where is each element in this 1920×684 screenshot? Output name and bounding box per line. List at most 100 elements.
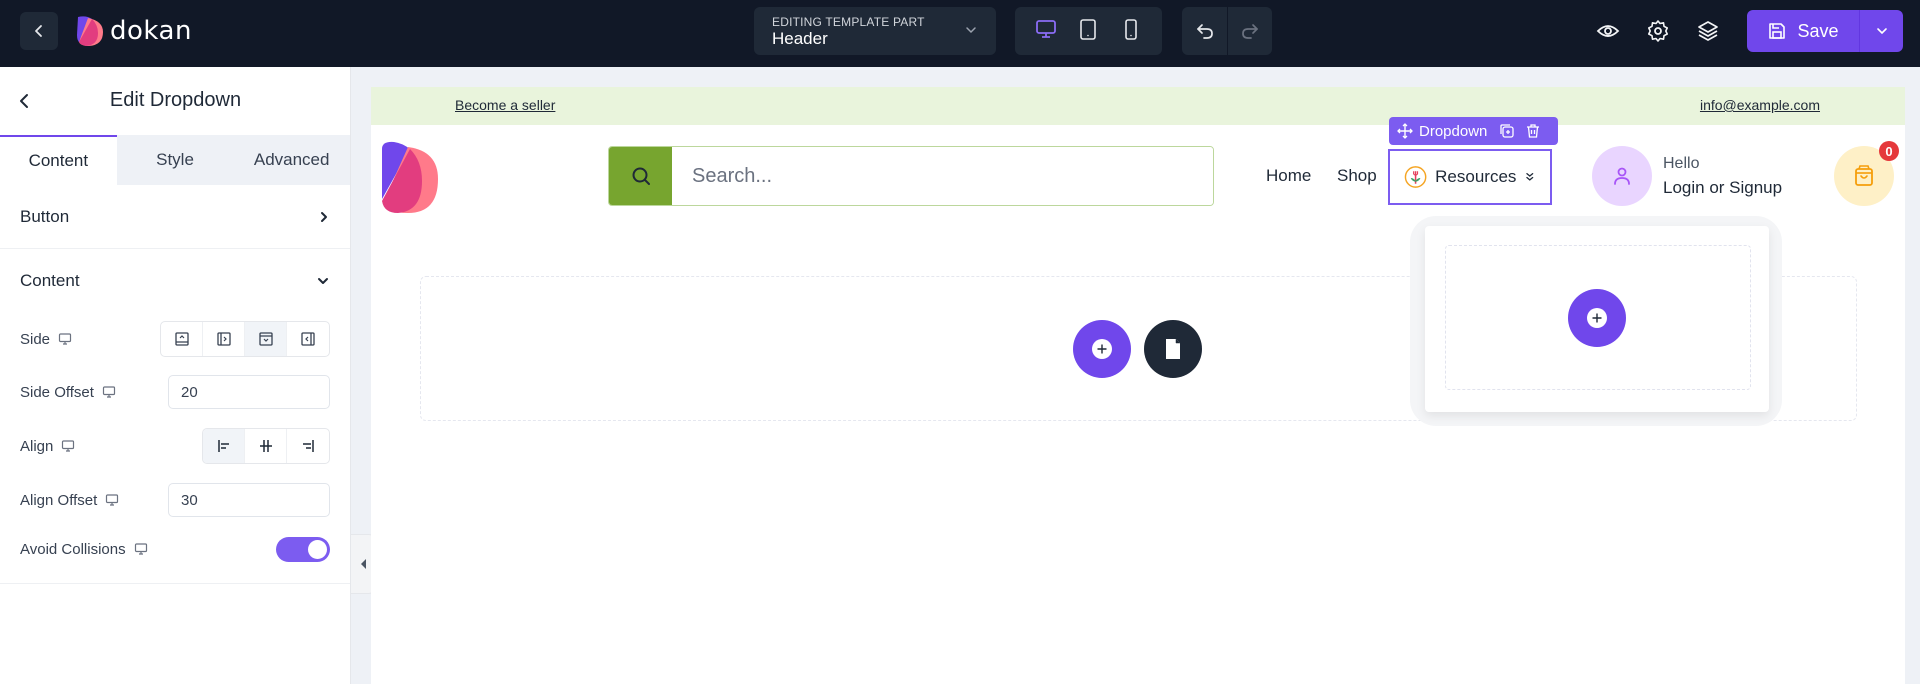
chevron-down-icon: [318, 278, 328, 284]
side-bottom-option[interactable]: [245, 322, 287, 356]
field-side-label: Side: [20, 330, 51, 348]
field-align-offset-label-wrap: Align Offset: [20, 492, 119, 509]
toggle-knob: [308, 539, 327, 559]
tab-advanced[interactable]: Advanced: [233, 135, 350, 185]
section-content-label: Content: [20, 271, 80, 290]
plus-icon: [1592, 313, 1602, 323]
field-avoid-collisions-label: Avoid Collisions: [20, 540, 126, 558]
eye-icon: [1596, 25, 1620, 37]
dropdown-content-popup: [1425, 226, 1769, 412]
align-start-icon: [217, 440, 229, 452]
add-template-button[interactable]: [1144, 320, 1202, 378]
save-options-button[interactable]: [1860, 10, 1903, 52]
align-offset-input[interactable]: [168, 483, 330, 517]
undo-icon: [1196, 24, 1213, 39]
plus-inner: [1587, 308, 1607, 328]
user-icon: [1614, 167, 1630, 185]
device-switcher: [1015, 7, 1162, 55]
back-button[interactable]: [20, 12, 58, 50]
avoid-collisions-toggle[interactable]: [276, 536, 330, 562]
plus-icon: [1097, 344, 1107, 354]
save-button[interactable]: Save: [1747, 10, 1860, 52]
side-selector: [160, 321, 330, 357]
redo-button[interactable]: [1227, 7, 1272, 55]
undo-button[interactable]: [1182, 7, 1227, 55]
top-bar: dokan EDITING TEMPLATE PART Header Save: [0, 0, 1920, 67]
dropdown-add-block-button[interactable]: [1568, 289, 1626, 347]
responsive-desktop-icon[interactable]: [102, 385, 116, 399]
redo-icon: [1242, 24, 1258, 39]
dokan-logo-icon: [77, 16, 103, 46]
field-avoid-collisions-label-wrap: Avoid Collisions: [20, 541, 148, 558]
field-align-offset: Align Offset: [0, 473, 350, 527]
move-icon[interactable]: [1397, 123, 1413, 139]
field-align-offset-label: Align Offset: [20, 491, 98, 509]
double-chevron-down-icon: [1526, 172, 1534, 181]
align-right-side-icon: [216, 332, 231, 346]
field-align-label-wrap: Align: [20, 438, 75, 455]
chevron-down-icon: [966, 27, 976, 34]
field-side-offset-label-wrap: Side Offset: [20, 384, 116, 401]
tab-style[interactable]: Style: [117, 135, 234, 185]
dropdown-trigger[interactable]: Resources: [1388, 149, 1552, 205]
settings-button[interactable]: [1642, 15, 1674, 47]
chevron-right-icon: [321, 211, 327, 222]
dropdown-label: Resources: [1435, 167, 1517, 186]
search-button[interactable]: [609, 147, 672, 205]
document-icon: [1166, 339, 1180, 359]
side-left-option[interactable]: [287, 322, 329, 356]
responsive-desktop-icon[interactable]: [134, 542, 148, 556]
device-desktop-button[interactable]: [1035, 18, 1057, 45]
save-button-group: Save: [1747, 10, 1903, 52]
responsive-desktop-icon[interactable]: [105, 493, 119, 507]
section-content-header[interactable]: Content: [0, 249, 350, 313]
align-end-option[interactable]: [287, 429, 329, 463]
duplicate-icon[interactable]: [1499, 123, 1515, 139]
site-logo[interactable]: [380, 141, 442, 220]
nav-home[interactable]: Home: [1266, 166, 1311, 186]
brand-name: dokan: [110, 16, 192, 46]
section-content: Content Side Side Offset 20 Align Align …: [0, 249, 350, 584]
device-mobile-button[interactable]: [1120, 18, 1142, 45]
header-top-strip: Become a seller info@example.com: [371, 87, 1905, 125]
preview-button[interactable]: [1592, 15, 1624, 47]
become-seller-link[interactable]: Become a seller: [455, 97, 555, 113]
side-top-option[interactable]: [161, 322, 203, 356]
resources-food-icon: [1404, 166, 1427, 188]
add-block-button[interactable]: [1073, 320, 1131, 378]
shopping-bag-icon: [1855, 165, 1873, 186]
responsive-desktop-icon[interactable]: [58, 332, 72, 346]
field-side-offset: Side Offset: [0, 365, 350, 419]
field-align: Align: [0, 419, 350, 473]
panel-title: Edit Dropdown: [109, 89, 242, 111]
search-bar: [608, 146, 1214, 206]
trash-icon[interactable]: [1525, 123, 1541, 139]
login-signup-link[interactable]: Login or Signup: [1663, 178, 1782, 198]
tab-content[interactable]: Content: [0, 135, 117, 185]
account-avatar[interactable]: [1592, 146, 1652, 206]
dropdown-block-toolbar: Dropdown: [1389, 117, 1558, 145]
side-right-option[interactable]: [203, 322, 245, 356]
field-side: Side: [0, 313, 350, 365]
save-label: Save: [1797, 20, 1839, 41]
template-part-selector[interactable]: EDITING TEMPLATE PART Header: [754, 7, 996, 55]
align-center-option[interactable]: [245, 429, 287, 463]
section-button[interactable]: Button: [0, 185, 350, 249]
layers-button[interactable]: [1692, 15, 1724, 47]
search-input[interactable]: [672, 147, 1213, 205]
field-avoid-collisions: Avoid Collisions: [0, 527, 350, 571]
layers-icon: [1698, 21, 1718, 41]
dokan-logo-icon: [382, 141, 438, 213]
side-offset-input[interactable]: [168, 375, 330, 409]
save-icon: [1769, 23, 1786, 39]
search-icon: [632, 167, 650, 185]
responsive-desktop-icon[interactable]: [61, 439, 75, 453]
tablet-icon: [1080, 18, 1097, 40]
align-center-icon: [259, 440, 272, 452]
align-selector: [202, 428, 330, 464]
align-start-option[interactable]: [203, 429, 245, 463]
history-controls: [1182, 7, 1272, 55]
device-tablet-button[interactable]: [1077, 18, 1099, 45]
nav-shop[interactable]: Shop: [1337, 166, 1377, 186]
email-link[interactable]: info@example.com: [1700, 97, 1820, 113]
